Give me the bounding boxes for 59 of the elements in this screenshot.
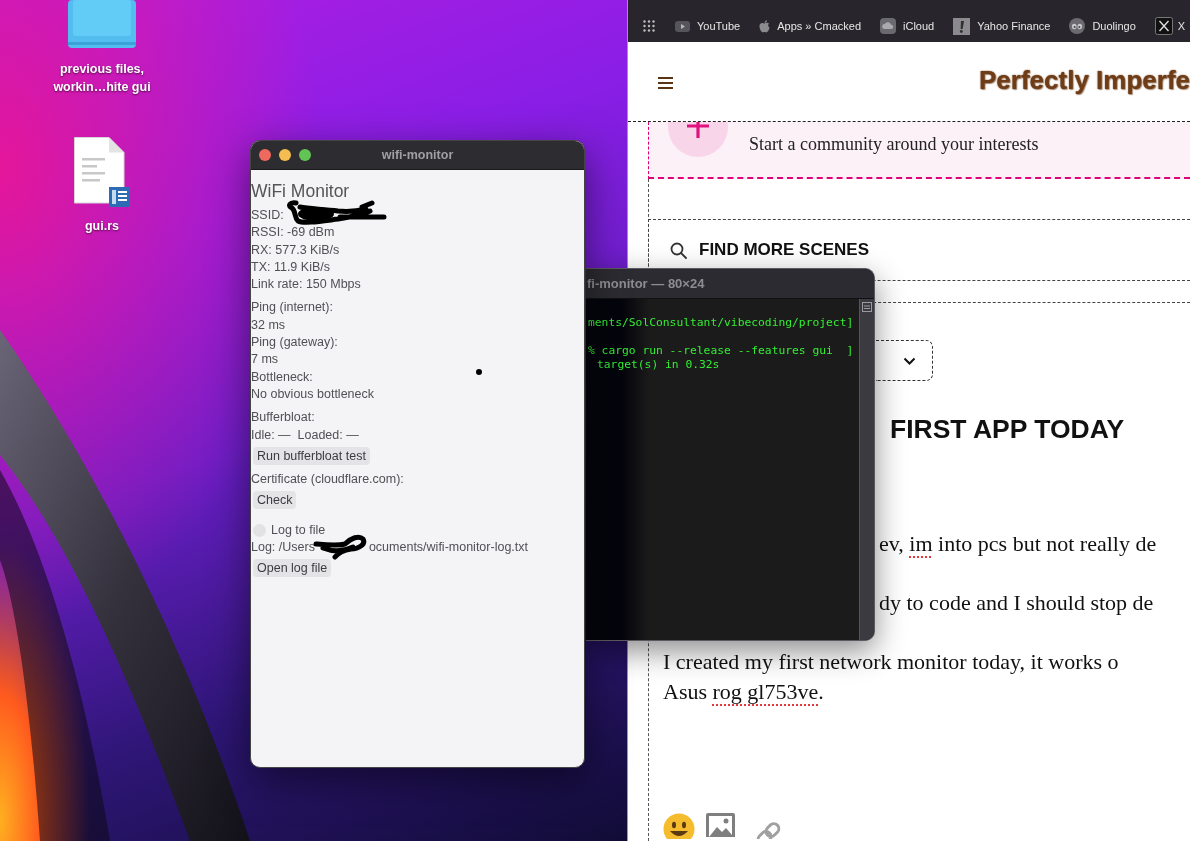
post-paragraph: dy to code and I should stop de	[879, 589, 1154, 617]
minimize-button[interactable]	[279, 149, 291, 161]
chevron-down-icon	[903, 356, 916, 365]
play-icon	[675, 20, 690, 32]
info-text: ocuments/wifi-monitor-log.txt	[368, 539, 528, 557]
bookmark-link[interactable]: Yahoo Finance	[953, 17, 1051, 35]
bookmark-link[interactable]: X	[1154, 17, 1186, 35]
info-text: Link rate: 150 Mbps	[251, 276, 361, 294]
image-icon[interactable]	[706, 813, 735, 837]
info-text: No obvious bottleneck	[251, 385, 374, 403]
terminal-line: ments/SolConsultant/vibecoding/project]	[587, 316, 855, 330]
info-text: RX: 577.3 KiB/s	[251, 241, 340, 259]
app-heading: WiFi Monitor	[251, 181, 351, 201]
community-banner[interactable]: Start a community around your interests	[648, 122, 1190, 179]
terminal-line: % cargo run --release --features gui ]	[587, 344, 855, 358]
bookmark-link[interactable]: Apps » Cmacked	[759, 19, 861, 33]
window-title: wifi-monitor	[381, 148, 454, 162]
split-pane-icon[interactable]	[862, 302, 872, 312]
post-paragraph: I created my first network monitor today, it works o Asus rog gl753ve.	[663, 648, 1119, 706]
smiley-icon[interactable]	[663, 813, 695, 839]
info-text: Bottleneck:	[251, 368, 313, 386]
search-icon	[670, 241, 687, 259]
apps-grid-icon[interactable]	[643, 20, 655, 32]
apple-icon	[759, 19, 771, 33]
info-text: TX: 11.9 KiB/s	[251, 258, 330, 276]
desktop-item-label[interactable]: previous files, workin…hite gui	[37, 60, 167, 96]
x-icon	[1154, 17, 1173, 35]
info-text: Certificate (cloudflare.com):	[251, 470, 404, 488]
info-text: Idle: — Loaded: —	[251, 426, 359, 444]
bookmark-link[interactable]: Duolingo	[1069, 18, 1136, 34]
site-logo[interactable]: Perfectly Imperfe	[979, 65, 1190, 96]
checkbox-label[interactable]: Log to file	[271, 523, 326, 538]
cloud-icon	[880, 18, 896, 34]
info-text: 32 ms	[251, 316, 286, 334]
post-title: FIRST APP TODAY	[890, 413, 1125, 445]
info-text: Ping (gateway):	[251, 334, 338, 352]
info-text: 7 ms	[251, 351, 279, 369]
dropdown-field[interactable]	[876, 340, 933, 381]
info-text: Ping (internet):	[251, 299, 333, 317]
bookmark-link[interactable]: YouTube	[675, 20, 741, 32]
info-text: RSSI: -69 dBm	[251, 224, 335, 242]
eyes-icon	[1069, 18, 1086, 34]
bookmark-link[interactable]: iCloud	[880, 18, 935, 34]
terminal-line: target(s) in 0.32s	[596, 358, 721, 372]
close-button[interactable]	[259, 149, 271, 161]
menu-icon[interactable]	[658, 76, 673, 89]
post-paragraph: ev, im into pcs but not really de	[879, 530, 1157, 558]
dot-icon	[476, 369, 482, 375]
desktop-item-label[interactable]: gui.rs	[37, 217, 167, 235]
exclamation-icon	[953, 17, 971, 35]
info-text: SSID:	[251, 207, 284, 224]
info-text: Bufferbloat:	[251, 409, 315, 427]
folder-icon[interactable]	[68, 0, 136, 50]
app-button[interactable]: Check	[253, 491, 297, 510]
app-button[interactable]: Run bufferbloat test	[253, 446, 370, 465]
app-button[interactable]: Open log file	[253, 559, 332, 578]
document-icon[interactable]	[74, 137, 130, 207]
zoom-button[interactable]	[299, 149, 311, 161]
info-text: Log: /Users	[251, 539, 315, 557]
